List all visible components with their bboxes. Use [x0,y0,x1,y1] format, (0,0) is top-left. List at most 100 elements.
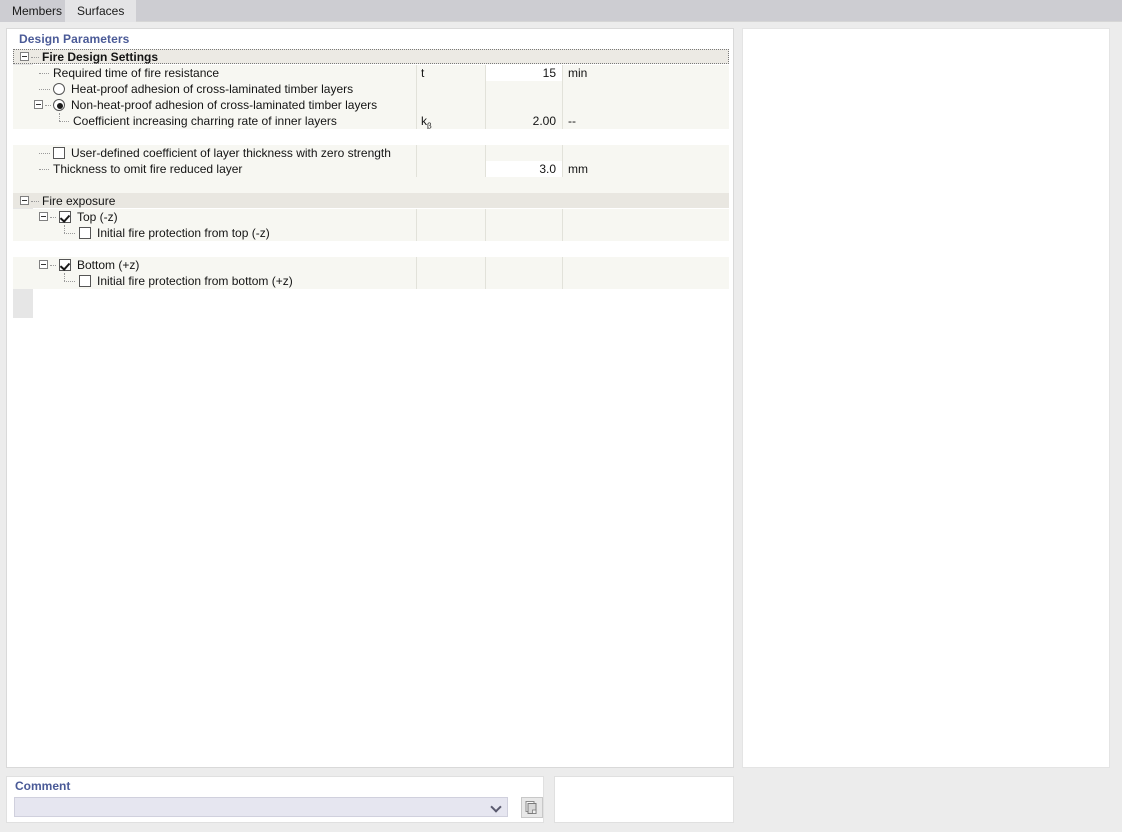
group-header-label: Fire Design Settings [42,50,159,64]
table-row[interactable]: Bottom (+z) [13,257,729,273]
comment-title: Comment [15,779,71,793]
row-label-heat-proof-adhesion: Heat-proof adhesion of cross-laminated t… [71,82,354,96]
table-row[interactable]: Required time of fire resistance t 15 mi… [13,65,729,81]
table-row[interactable]: User-defined coefficient of layer thickn… [13,145,729,161]
table-row[interactable]: Heat-proof adhesion of cross-laminated t… [13,81,729,97]
tree-line [45,105,51,106]
checkbox-initial-fire-protection-top[interactable] [79,227,91,239]
tab-bar: Members Surfaces [0,0,1122,22]
table-row[interactable]: Non-heat-proof adhesion of cross-laminat… [13,97,729,113]
column-separator [562,113,563,129]
checkbox-user-defined-coefficient[interactable] [53,147,65,159]
tree-line [31,201,39,202]
copy-pages-icon [525,801,537,814]
collapse-expander-icon-fire-design-settings[interactable] [20,52,29,61]
tree-line [39,153,50,154]
row-value-required-time[interactable]: 15 [486,65,562,81]
table-row[interactable]: Initial fire protection from bottom (+z) [13,273,729,289]
column-separator [416,97,417,113]
column-separator [416,225,417,241]
table-row[interactable]: Initial fire protection from top (-z) [13,225,729,241]
collapse-expander-icon-top[interactable] [39,212,48,221]
row-unit: mm [568,162,588,176]
checkbox-initial-fire-protection-bottom[interactable] [79,275,91,287]
column-separator [416,209,417,225]
column-separator [485,225,486,241]
tree-line [64,281,75,282]
tree-line [64,225,65,233]
row-label-thickness-to-omit: Thickness to omit fire reduced layer [53,162,243,176]
checkbox-top-minus-z[interactable] [59,211,71,223]
column-separator [562,225,563,241]
group-header-label: Fire exposure [42,194,116,208]
tab-surfaces-label: Surfaces [77,4,125,18]
comment-input[interactable] [15,798,485,816]
column-separator [485,81,486,97]
table-row[interactable]: Top (-z) [13,209,729,225]
column-separator [416,161,417,177]
preview-panel [742,28,1110,768]
column-separator [562,273,563,289]
row-unit: min [568,66,588,80]
column-separator [485,257,486,273]
page-title: Design Parameters [19,32,130,46]
column-separator [562,65,563,81]
tab-surfaces[interactable]: Surfaces [65,0,137,22]
collapse-expander-icon-bottom[interactable] [39,260,48,269]
collapse-expander-icon-fire-exposure[interactable] [20,196,29,205]
tab-members[interactable]: Members [0,0,75,22]
tree-line [31,57,39,58]
row-label-bottom-plus-z: Bottom (+z) [77,258,140,272]
column-separator [562,81,563,97]
row-label-non-heat-proof-adhesion: Non-heat-proof adhesion of cross-laminat… [71,98,378,112]
tree-line [59,121,69,122]
row-label-top-minus-z: Top (-z) [77,210,118,224]
table-row-spacer [13,241,729,257]
chevron-down-icon[interactable] [492,802,502,812]
comment-panel: Comment [6,776,544,823]
tree-line [64,233,75,234]
row-value-coefficient-charring-rate[interactable]: 2.00 [486,113,562,129]
column-separator [416,65,417,81]
row-symbol: t [421,66,425,80]
row-label-initial-fire-protection-top: Initial fire protection from top (-z) [97,226,270,240]
row-label-required-time-of-fire-resistance: Required time of fire resistance [53,66,220,80]
column-separator [485,273,486,289]
column-separator [416,273,417,289]
checkbox-bottom-plus-z[interactable] [59,259,71,271]
row-label-user-defined-coefficient: User-defined coefficient of layer thickn… [71,146,391,160]
row-value-thickness-to-omit[interactable]: 3.0 [486,161,562,177]
tab-members-label: Members [12,4,63,18]
group-header-fire-exposure[interactable]: Fire exposure [13,193,729,208]
group-header-fire-design-settings[interactable]: Fire Design Settings [13,49,729,64]
radio-non-heat-proof-adhesion[interactable] [53,99,65,111]
table-row[interactable]: Coefficient increasing charring rate of … [13,113,729,130]
column-separator [416,81,417,97]
comment-combobox[interactable] [14,797,508,817]
column-separator [485,209,486,225]
column-separator [562,257,563,273]
table-row-spacer [13,129,729,145]
row-symbol-k-beta: kβ [421,113,432,130]
tree-line [59,113,60,121]
tree-line [39,73,49,74]
radio-heat-proof-adhesion[interactable] [53,83,65,95]
column-separator [562,161,563,177]
column-separator [485,145,486,161]
column-separator [562,209,563,225]
comment-side-panel [554,776,734,823]
copy-pages-button[interactable] [521,797,543,818]
table-row[interactable]: Thickness to omit fire reduced layer 3.0… [13,161,729,177]
collapse-expander-icon-non-heat-proof[interactable] [34,100,43,109]
fire-exposure-rows: Top (-z) Initial fire protection from to… [13,209,729,299]
tree-line [50,217,56,218]
column-separator [416,113,417,129]
column-separator [416,145,417,161]
column-separator [485,97,486,113]
fire-design-settings-rows: Required time of fire resistance t 15 mi… [13,65,729,213]
column-separator [416,257,417,273]
tree-line [64,273,65,281]
column-separator [562,97,563,113]
row-unit: -- [568,114,576,128]
column-separator [562,145,563,161]
